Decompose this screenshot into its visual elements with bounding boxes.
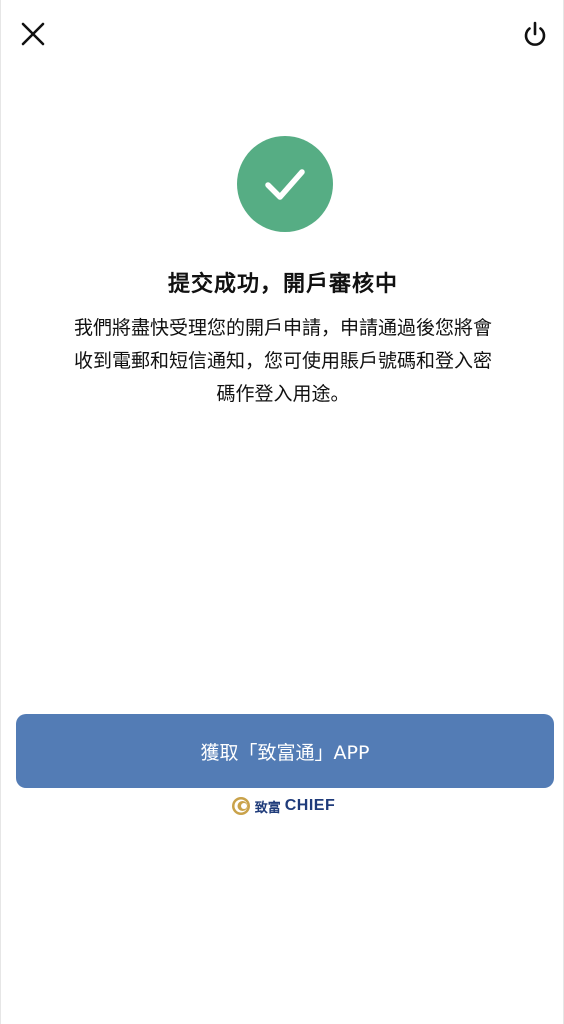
success-title: 提交成功，開戶審核中	[167, 272, 398, 297]
power-icon	[524, 21, 546, 46]
logout-button[interactable]	[517, 16, 553, 52]
success-message: 我們將盡快受理您的開戶申請，申請通過後您將會收到電郵和短信通知，您可使用賬戶號碼…	[73, 317, 492, 405]
check-icon	[265, 169, 305, 200]
brand-logo: 致富 CHIEF	[1, 796, 564, 816]
chief-logo-icon	[231, 797, 250, 815]
close-button[interactable]	[15, 16, 51, 52]
brand-name-en: CHIEF	[284, 797, 336, 814]
get-app-button[interactable]: 獲取「致富通」APP	[16, 714, 554, 788]
success-badge	[237, 136, 333, 232]
account-opening-success-screen: 提交成功，開戶審核中 我們將盡快受理您的開戶申請，申請通過後您將會收到電郵和短信…	[0, 0, 564, 1024]
brand-name-cn: 致富	[254, 800, 281, 816]
close-icon	[21, 22, 45, 46]
